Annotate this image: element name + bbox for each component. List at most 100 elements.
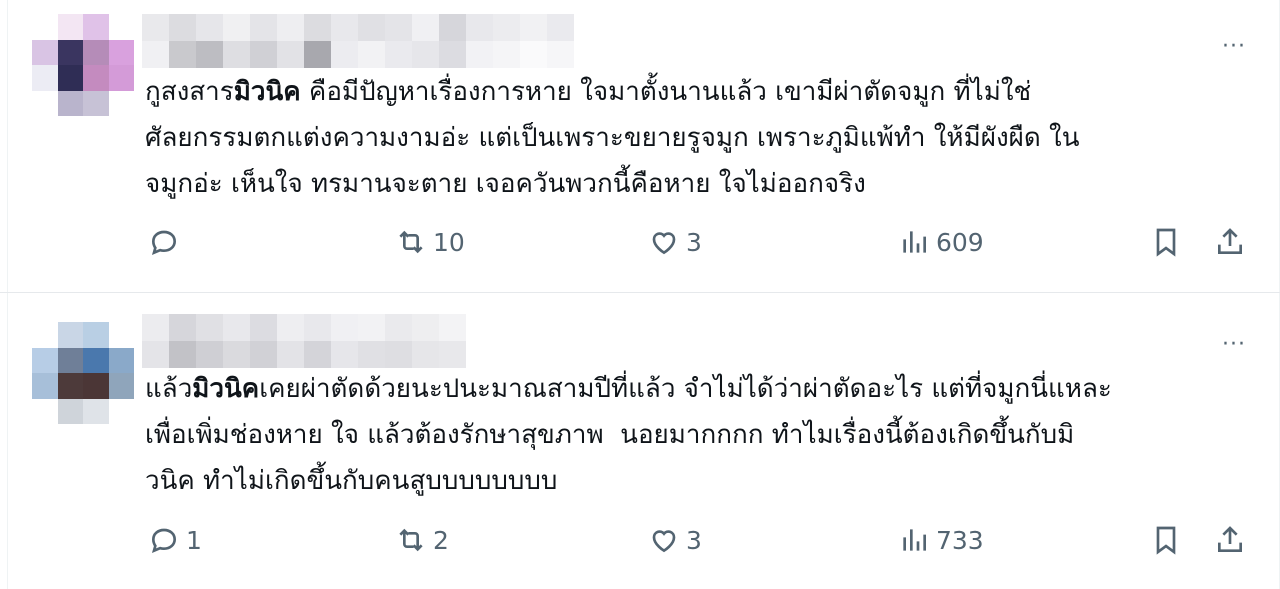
name-pixel [196, 41, 223, 68]
reply-button[interactable]: 1 [148, 524, 202, 556]
like-button[interactable]: 3 [648, 524, 702, 556]
name-pixel [439, 314, 466, 341]
name-pixel [439, 14, 466, 41]
name-pixel [304, 14, 331, 41]
name-pixel [493, 14, 520, 41]
name-pixel [196, 341, 223, 368]
avatar-pixel [108, 398, 134, 424]
name-pixel [142, 41, 169, 68]
bookmark-button[interactable] [1150, 524, 1182, 556]
avatar-pixel [83, 322, 109, 348]
avatar-pixel [108, 322, 134, 348]
avatar-pixel [57, 373, 83, 399]
like-count: 3 [686, 227, 702, 257]
name-pixel [304, 341, 331, 368]
avatar-pixel [57, 398, 83, 424]
name-pixel [169, 41, 196, 68]
post[interactable]: ··· แล้วมิวนิคเคยผ่าตัดด้วยนะปนะมาณสามปี… [0, 292, 1280, 589]
name-pixel [385, 341, 412, 368]
more-options-icon[interactable]: ··· [1222, 334, 1246, 356]
name-pixel [250, 341, 277, 368]
name-pixel [466, 41, 493, 68]
more-options-icon[interactable]: ··· [1222, 36, 1246, 58]
action-bar: 10 3 609 [0, 226, 1280, 266]
views-button[interactable]: 733 [898, 524, 984, 556]
reply-count: 1 [186, 525, 202, 555]
author-name-blurred[interactable] [142, 14, 574, 68]
share-button[interactable] [1214, 226, 1246, 258]
reply-icon [151, 230, 177, 255]
name-pixel [385, 314, 412, 341]
repost-button[interactable]: 10 [395, 226, 465, 258]
avatar-pixel [32, 347, 58, 373]
bookmark-icon [1156, 228, 1176, 257]
name-pixel [493, 41, 520, 68]
bookmark-button[interactable] [1150, 226, 1182, 258]
name-pixel [412, 341, 439, 368]
views-button[interactable]: 609 [898, 226, 984, 258]
name-pixel [304, 41, 331, 68]
share-button[interactable] [1214, 524, 1246, 556]
avatar-pixel [108, 90, 134, 116]
name-pixel [358, 341, 385, 368]
name-pixel [385, 14, 412, 41]
name-pixel [547, 14, 574, 41]
avatar-pixel [83, 14, 109, 40]
name-pixel [358, 14, 385, 41]
avatar[interactable] [32, 14, 134, 116]
name-pixel [520, 14, 547, 41]
post[interactable]: ··· กูสงสารมิวนิค คือมีปัญหาเรื่องการหาย… [0, 0, 1280, 292]
avatar-pixel [83, 398, 109, 424]
action-bar: 1 2 3 733 [0, 524, 1280, 564]
avatar-pixel [32, 14, 58, 40]
name-pixel [250, 41, 277, 68]
name-pixel [250, 14, 277, 41]
name-pixel [331, 41, 358, 68]
avatar-pixel [57, 90, 83, 116]
view-count: 609 [936, 227, 984, 257]
like-button[interactable]: 3 [648, 226, 702, 258]
name-pixel [196, 14, 223, 41]
name-pixel [547, 41, 574, 68]
avatar-pixel [57, 347, 83, 373]
mention-name: มิวนิค [233, 77, 301, 107]
name-pixel [277, 14, 304, 41]
like-count: 3 [686, 525, 702, 555]
avatar-pixel [108, 373, 134, 399]
name-pixel [169, 14, 196, 41]
avatar-pixel [83, 65, 109, 91]
name-pixel [439, 41, 466, 68]
mention-name: มิวนิค [192, 374, 260, 404]
avatar-pixel [32, 373, 58, 399]
analytics-icon [903, 231, 926, 253]
share-icon [1218, 526, 1242, 552]
repost-icon [399, 528, 423, 552]
avatar-pixel [83, 90, 109, 116]
post-text: แล้วมิวนิคเคยผ่าตัดด้วยนะปนะมาณสามปีที่แ… [145, 366, 1255, 504]
name-pixel [331, 314, 358, 341]
reply-button[interactable] [148, 226, 186, 258]
bookmark-icon [1156, 526, 1176, 555]
heart-icon [652, 530, 676, 553]
avatar-pixel [32, 398, 58, 424]
name-pixel [196, 314, 223, 341]
author-name-blurred[interactable] [142, 314, 466, 368]
avatar-pixel [108, 347, 134, 373]
name-pixel [520, 41, 547, 68]
avatar[interactable] [32, 322, 134, 424]
post-text-part: แล้ว [145, 374, 193, 404]
name-pixel [277, 41, 304, 68]
name-pixel [169, 314, 196, 341]
name-pixel [412, 14, 439, 41]
name-pixel [223, 14, 250, 41]
repost-button[interactable]: 2 [395, 524, 449, 556]
name-pixel [331, 341, 358, 368]
avatar-pixel [57, 14, 83, 40]
avatar-pixel [108, 14, 134, 40]
post-text: กูสงสารมิวนิค คือมีปัญหาเรื่องการหาย ใจม… [145, 69, 1255, 207]
avatar-pixel [32, 65, 58, 91]
name-pixel [142, 14, 169, 41]
name-pixel [358, 41, 385, 68]
name-pixel [169, 341, 196, 368]
name-pixel [331, 14, 358, 41]
